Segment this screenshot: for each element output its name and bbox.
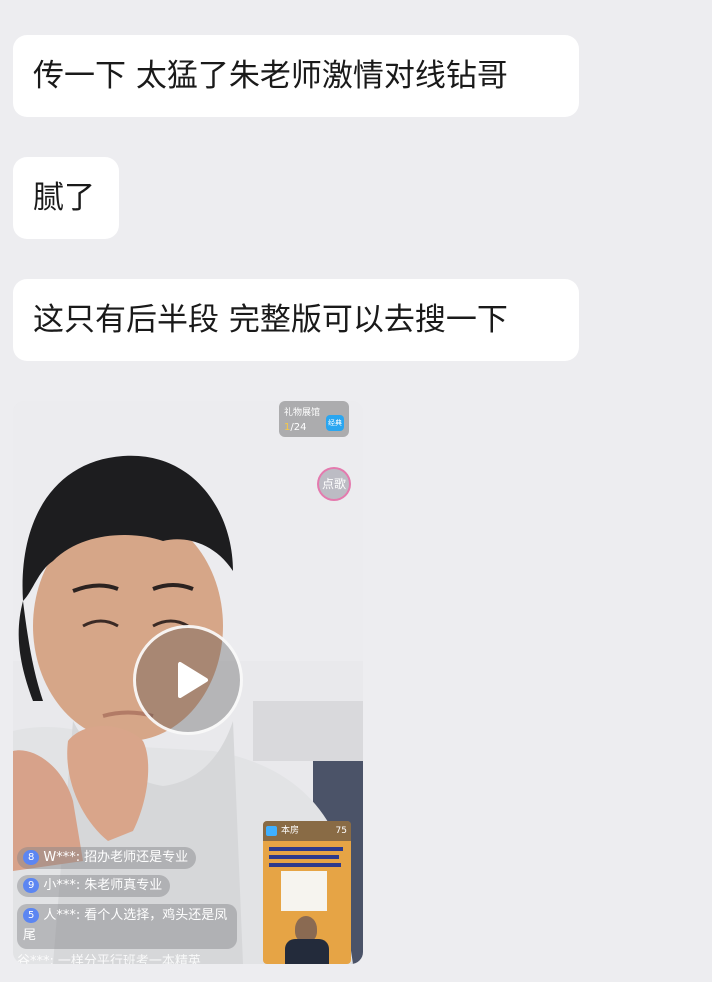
pip-room-label: 本房 [281, 826, 300, 836]
comment-user: W***: [43, 850, 81, 865]
comment-user: 小***: [43, 878, 81, 893]
message-text: 腻了 [33, 180, 95, 216]
comment-row: 8 W***: 招办老师还是专业 [17, 847, 197, 869]
comment-text: 朱老师真专业 [84, 878, 163, 893]
room-icon [266, 826, 277, 836]
pip-board [281, 871, 327, 911]
level-badge: 9 [23, 878, 40, 893]
level-badge: 8 [23, 850, 40, 865]
pip-banner [269, 855, 339, 859]
video-message[interactable]: 礼物展馆 1/24 经典 点歌 8 W***: 招办老师还是专业 9 小***: 朱老师… [13, 401, 363, 964]
comment-text: 一样分平行班考一本精英 [57, 954, 201, 964]
song-request-button[interactable]: 点歌 [317, 467, 351, 501]
chat-message[interactable]: 传一下 太猛了朱老师激情对线钻哥 [13, 35, 579, 117]
pip-banner [269, 863, 341, 867]
gift-hall-widget[interactable]: 礼物展馆 1/24 经典 [279, 401, 349, 437]
comment-row: 谷***: 一样分平行班考一本精英 [17, 950, 201, 964]
comment-text: 招办老师还是专业 [84, 850, 189, 865]
comment-row: 5 人***: 看个人选择，鸡头还是凤尾 [17, 904, 237, 949]
picture-in-picture[interactable]: 本房 75 [263, 821, 351, 964]
play-icon [178, 662, 208, 698]
pip-header: 本房 75 [263, 821, 351, 841]
gift-hall-badge: 经典 [326, 415, 344, 431]
pip-banner [269, 847, 343, 851]
comment-row: 9 小***: 朱老师真专业 [17, 875, 171, 897]
play-button[interactable] [133, 625, 243, 735]
comment-user: 人***: [43, 908, 81, 923]
comment-user: 谷***: [17, 954, 54, 964]
message-text: 这只有后半段 完整版可以去搜一下 [33, 302, 508, 338]
level-badge: 5 [23, 908, 40, 923]
pip-presenter-body [285, 939, 329, 964]
chat-message[interactable]: 这只有后半段 完整版可以去搜一下 [13, 279, 579, 361]
message-text: 传一下 太猛了朱老师激情对线钻哥 [33, 58, 508, 94]
chat-message[interactable]: 腻了 [13, 157, 119, 239]
pip-viewer-count: 75 [335, 826, 347, 836]
